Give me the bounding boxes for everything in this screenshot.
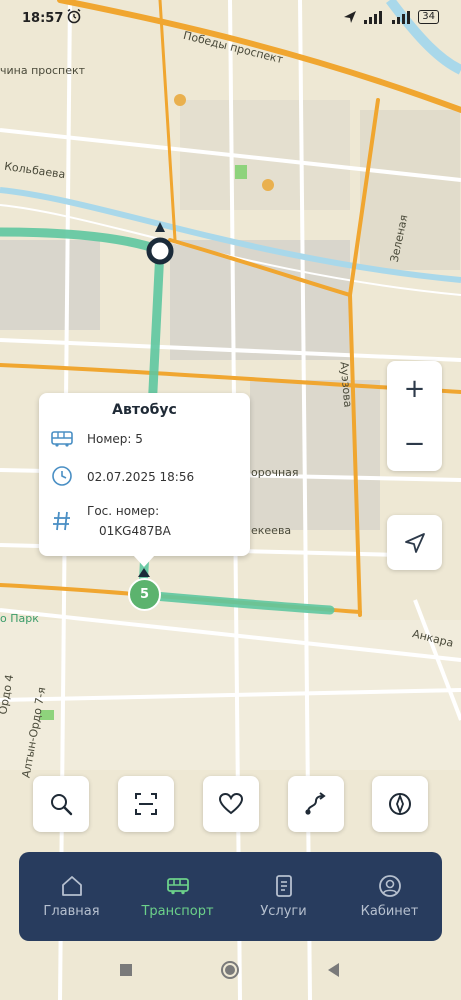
nav-home-label: Главная xyxy=(43,904,100,919)
status-time: 18:57 xyxy=(22,11,64,26)
nav-cabinet-label: Кабинет xyxy=(360,904,419,919)
bus-marker-label: 5 xyxy=(139,587,150,602)
street-label: о Парк xyxy=(0,612,39,625)
nav-transport-label: Транспорт xyxy=(141,904,214,919)
route-icon xyxy=(305,792,326,815)
battery-indicator: 34 xyxy=(418,10,439,24)
hash-icon xyxy=(53,511,70,531)
direction-arrow-icon xyxy=(138,568,150,577)
home-circle-icon[interactable] xyxy=(220,960,240,980)
bus-marker[interactable]: 5 xyxy=(128,578,161,611)
zoom-control: + − xyxy=(387,361,442,471)
zoom-in-button[interactable]: + xyxy=(387,361,442,416)
favorites-button[interactable] xyxy=(203,776,259,832)
my-location-button[interactable] xyxy=(387,515,442,570)
bus-icon xyxy=(167,878,189,895)
location-arrow-icon xyxy=(343,11,356,23)
heart-icon xyxy=(218,792,244,815)
clock-icon xyxy=(52,466,72,486)
nav-home[interactable]: Главная xyxy=(19,852,124,941)
nav-services[interactable]: Услуги xyxy=(231,852,336,941)
document-icon xyxy=(276,875,292,897)
signal-icon xyxy=(363,11,382,24)
street-label: чина проспект xyxy=(0,64,86,77)
status-icons: 34 xyxy=(342,9,439,27)
route-number: Номер: 5 xyxy=(87,432,143,446)
nav-services-label: Услуги xyxy=(260,904,307,919)
navigation-arrow-icon xyxy=(404,532,425,553)
search-icon xyxy=(51,794,73,816)
battery-level: 34 xyxy=(422,11,435,22)
update-time: 02.07.2025 18:56 xyxy=(87,470,195,484)
status-bar: 18:57 34 xyxy=(0,0,461,38)
vehicle-info-popup: Автобус Номер: 5 02.07.2025 18:56 Гос. н… xyxy=(39,393,250,556)
recents-icon[interactable] xyxy=(116,960,136,980)
user-icon xyxy=(379,875,401,897)
plate-label: Гос. номер: xyxy=(87,504,160,518)
back-icon[interactable] xyxy=(324,960,344,980)
scan-button[interactable] xyxy=(118,776,174,832)
route-planner-button[interactable] xyxy=(288,776,344,832)
nav-transport[interactable]: Транспорт xyxy=(125,852,230,941)
plate-number: 01KG487BA xyxy=(99,524,171,538)
popup-pointer xyxy=(133,555,155,567)
home-icon xyxy=(62,876,82,896)
zoom-out-button[interactable]: − xyxy=(387,416,442,471)
compass-icon xyxy=(389,793,411,815)
popup-title: Автобус xyxy=(112,402,177,418)
alarm-icon xyxy=(67,8,81,24)
nav-cabinet[interactable]: Кабинет xyxy=(337,852,442,941)
scan-icon xyxy=(135,793,157,815)
street-label: орочная xyxy=(251,466,299,479)
signal-icon xyxy=(392,11,411,24)
bottom-nav: Главная Транспорт Услуги Кабинет xyxy=(19,852,442,941)
search-button[interactable] xyxy=(33,776,89,832)
street-label: екеева xyxy=(251,524,292,537)
compass-button[interactable] xyxy=(372,776,428,832)
bus-icon xyxy=(51,431,73,447)
